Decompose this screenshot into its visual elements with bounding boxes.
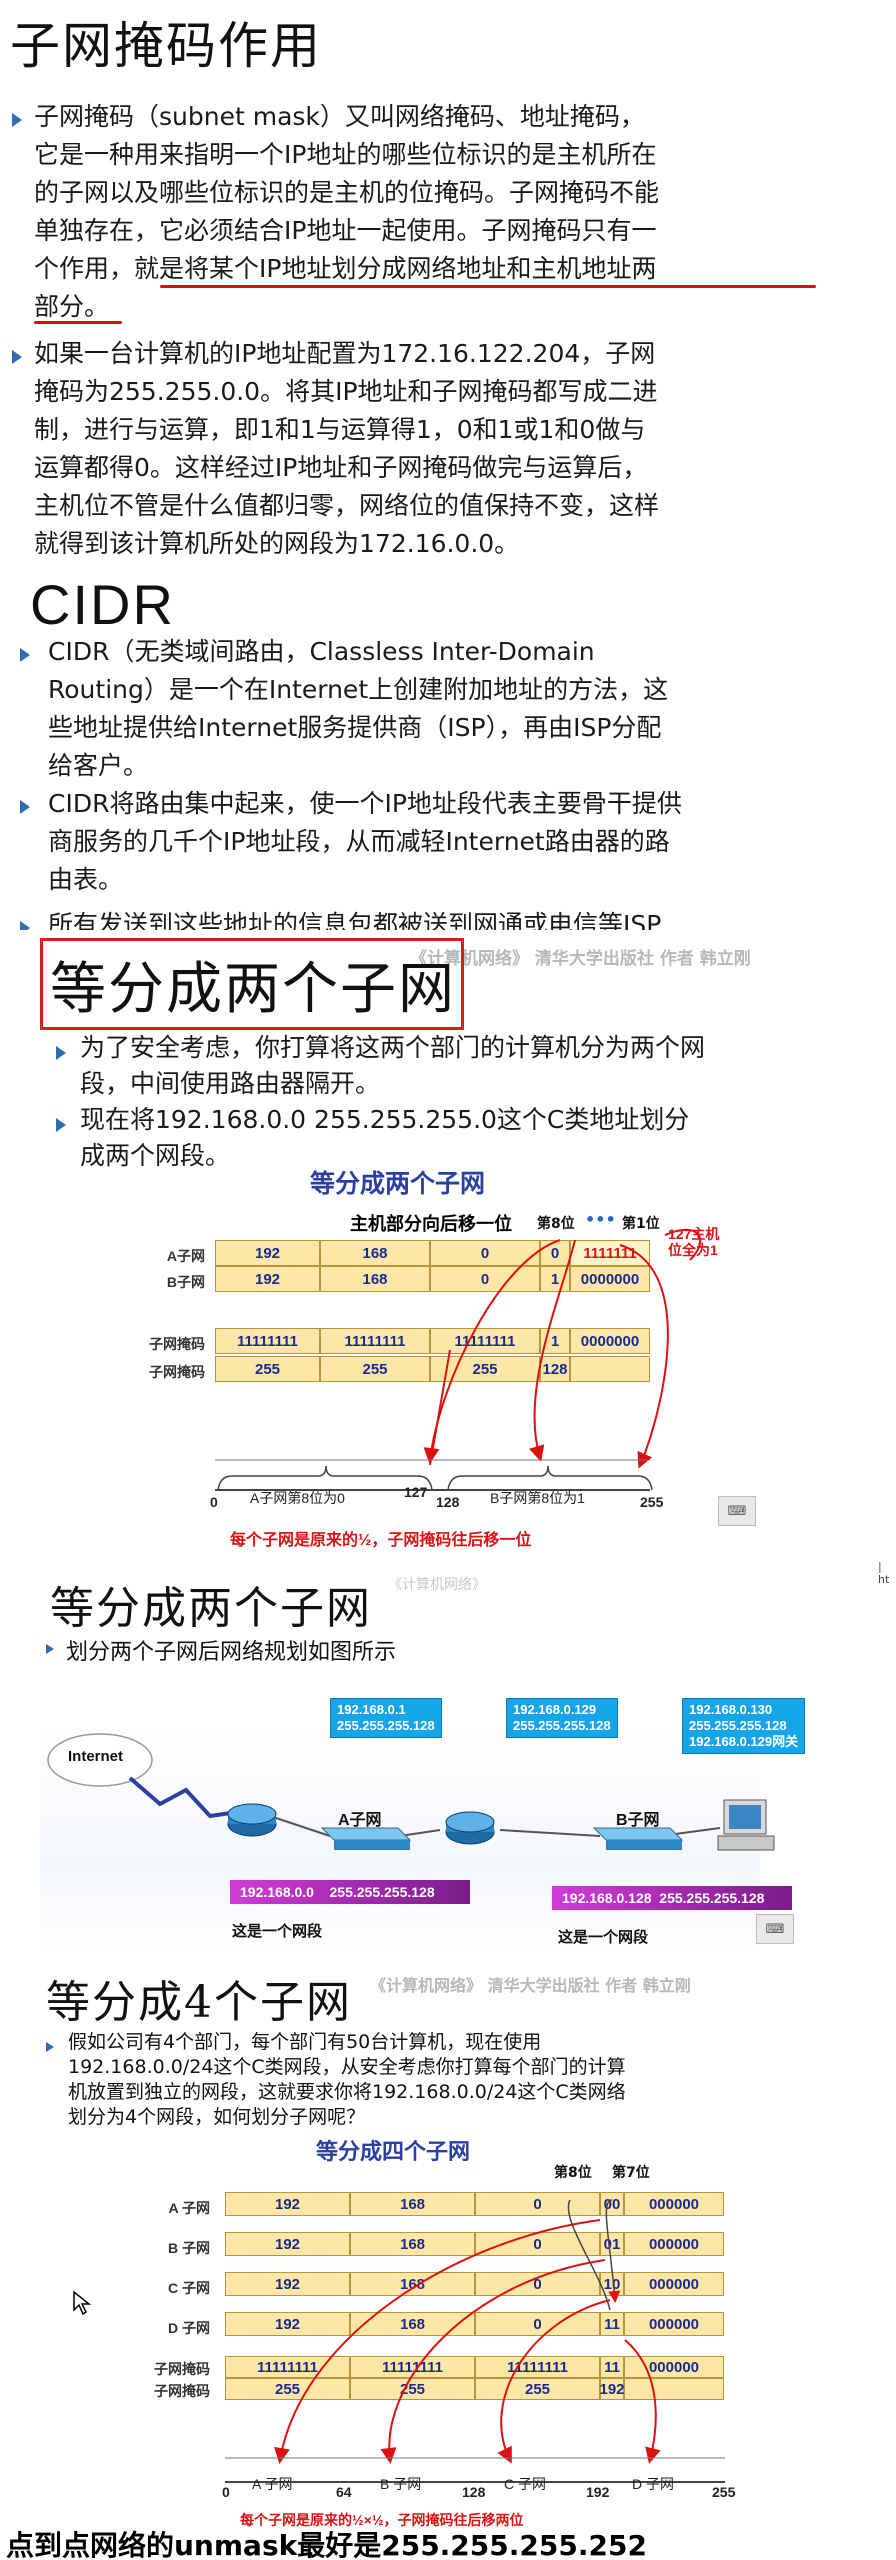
bullet-icon [12, 350, 22, 364]
axis-label: 127 [404, 1484, 428, 1500]
section3-paragraph1: 为了安全考虑，你打算将这两个部门的计算机分为两个网 段，中间使用路由器隔开。 [80, 1030, 880, 1102]
text-line: 划分为4个网段，如何划分子网呢？ [68, 2106, 366, 2128]
watermark-text: 《计算机网络》 清华大学出版社 作者 韩立刚 [370, 1976, 691, 1995]
text-line: 些地址提供给Internet服务提供商（ISP），再由ISP分配 [48, 713, 662, 742]
text-line: 机放置到独立的网段，这就要求你将192.168.0.0/24这个C类网络 [68, 2081, 626, 2103]
text-line: 就得到该计算机所处的网段为172.16.0.0。 [34, 529, 520, 558]
bullet-icon [46, 2042, 54, 2052]
text-line: 为了安全考虑，你打算将这两个部门的计算机分为两个网 [80, 1033, 706, 1062]
section2-paragraph1: CIDR（无类域间路由，Classless Inter-Domain Routi… [48, 633, 888, 785]
subnet-b-label: B子网 [616, 1812, 660, 1829]
ip-text: 192.168.0.129 [513, 1702, 597, 1717]
network-a-box: 192.168.0.0 255.255.255.128 [230, 1880, 470, 1904]
axis-label: 128 [462, 2484, 486, 2500]
text-line: 的子网以及哪些位标识的是主机的位掩码。子网掩码不能 [34, 178, 660, 207]
text-line: CIDR将路由集中起来，使一个IP地址段代表主要骨干提供 [48, 789, 682, 818]
footer-note: 点到点网络的unmask最好是255.255.255.252 [6, 2529, 647, 2560]
subnet-a-label: A子网 [338, 1812, 382, 1829]
text-line: 现在将192.168.0.0 255.255.255.0这个C类地址划分 [80, 1105, 690, 1134]
text-line: 给客户。 [48, 751, 149, 780]
axis-label: 0 [210, 1494, 218, 1510]
segment-label: C 子网 [504, 2476, 546, 2492]
mouse-cursor-icon [73, 2290, 92, 2316]
section5-paragraph: 假如公司有4个部门，每个部门有50台计算机，现在使用 192.168.0.0/2… [68, 2030, 888, 2130]
axis-label: 0 [222, 2484, 230, 2500]
bullet-icon [46, 1644, 54, 1654]
section4-paragraph: 划分两个子网后网络规划如图所示 [66, 1640, 397, 1665]
axis-label: 255 [640, 1494, 664, 1510]
pc-address-box: 192.168.0.130 255.255.255.128 192.168.0.… [682, 1698, 806, 1754]
red-underline [160, 285, 816, 288]
bullet-icon [12, 113, 22, 127]
section1-paragraph1: 子网掩码（subnet mask）又叫网络掩码、地址掩码， 它是一种用来指明一个… [34, 98, 884, 326]
section2-paragraph3-cut: 所有发送到这些地址的信息包都被送到网通或电信等ISP [48, 910, 662, 932]
diagram1-arrows [215, 1228, 702, 1491]
router1-address-box: 192.168.0.1 255.255.255.128 [330, 1698, 442, 1738]
ip-text: 192.168.0.1 [337, 1702, 406, 1717]
side-fragment: | ht [878, 1560, 890, 1586]
keyboard-icon[interactable]: ⌨ [756, 1914, 794, 1944]
section4-title: 等分成两个子网 [50, 1583, 372, 1634]
section1-paragraph2: 如果一台计算机的IP地址配置为172.16.122.204，子网 掩码为255.… [34, 335, 884, 563]
text-line: 主机位不管是什么值都归零，网络位的值保持不变，这样 [34, 491, 660, 520]
axis-label: 192 [586, 2484, 610, 2500]
mask-text: 255.255.255.128 [689, 1718, 787, 1733]
bullet-icon [20, 800, 30, 814]
diagram1-bottom-note: 每个子网是原来的½，子网掩码往后移一位 [230, 1532, 532, 1549]
router2-address-box: 192.168.0.129 255.255.255.128 [506, 1698, 618, 1738]
segment-label: A 子网 [252, 2476, 293, 2492]
faded-text: 《计算机网络》 [388, 1577, 486, 1593]
section2-paragraph2: CIDR将路由集中起来，使一个IP地址段代表主要骨干提供 商服务的几千个IP地址… [48, 785, 888, 899]
network-b-box: 192.168.0.128 255.255.255.128 [552, 1886, 792, 1910]
section2-title: CIDR [30, 573, 175, 636]
text-line: 制，进行与运算，即1和1与运算得1，0和1或1和0做与 [34, 415, 646, 444]
ip-text: 192.168.0.130 [689, 1702, 773, 1717]
segment-label: B 子网 [380, 2476, 422, 2492]
text-line: Routing）是一个在Internet上创建附加地址的方法，这 [48, 675, 669, 704]
text-line: 子网掩码（subnet mask）又叫网络掩码、地址掩码， [34, 102, 645, 131]
text-line: 段，中间使用路由器隔开。 [80, 1069, 381, 1098]
text-line: 如果一台计算机的IP地址配置为172.16.122.204，子网 [34, 339, 656, 368]
axis-label: 255 [712, 2484, 736, 2500]
text-line: 运算都得0。这样经过IP地址和子网掩码做完与运算后， [34, 453, 648, 482]
mask-text: 255.255.255.128 [513, 1718, 611, 1733]
segment-a-label: A子网第8位为0 [250, 1490, 345, 1506]
text-line: 部分。 [34, 292, 110, 321]
diagram2-arrows [225, 2199, 725, 2483]
segment-b-label: B子网第8位为1 [490, 1490, 585, 1506]
bullet-icon [56, 1118, 66, 1132]
bullet-icon [56, 1046, 66, 1060]
text-line: 由表。 [48, 865, 124, 894]
text-line: 个作用，就是将某个IP地址划分成网络地址和主机地址两 [34, 254, 657, 283]
section1-title: 子网掩码作用 [10, 17, 322, 75]
segment-label-b: 这是一个网段 [558, 1929, 649, 1946]
text-line: 掩码为255.255.0.0。将其IP地址和子网掩码都写成二进 [34, 377, 658, 406]
section3-title: 等分成两个子网 [50, 957, 456, 1022]
mask-text: 255.255.255.128 [337, 1718, 435, 1733]
text-line: 商服务的几千个IP地址段，从而减轻Internet路由器的路 [48, 827, 670, 856]
gateway-text: 192.168.0.129网关 [689, 1734, 799, 1749]
segment-label-a: 这是一个网段 [232, 1923, 323, 1940]
text-line: 单独存在，它必须结合IP地址一起使用。子网掩码只有一 [34, 216, 657, 245]
axis-label: 128 [436, 1494, 460, 1510]
text-line: CIDR（无类域间路由，Classless Inter-Domain [48, 637, 595, 666]
axis-label: 64 [336, 2484, 352, 2500]
segment-label: D 子网 [632, 2476, 674, 2492]
text-line: 它是一种用来指明一个IP地址的哪些位标识的是主机所在 [34, 140, 657, 169]
section5-title: 等分成4个子网 [46, 1977, 352, 2028]
text-line: 192.168.0.0/24这个C类网段，从安全考虑你打算每个部门的计算 [68, 2056, 626, 2078]
text-line: 假如公司有4个部门，每个部门有50台计算机，现在使用 [68, 2031, 542, 2053]
internet-label: Internet [68, 1748, 124, 1765]
bullet-icon [20, 648, 30, 662]
keyboard-icon[interactable]: ⌨ [718, 1496, 756, 1526]
red-underline [34, 321, 122, 324]
